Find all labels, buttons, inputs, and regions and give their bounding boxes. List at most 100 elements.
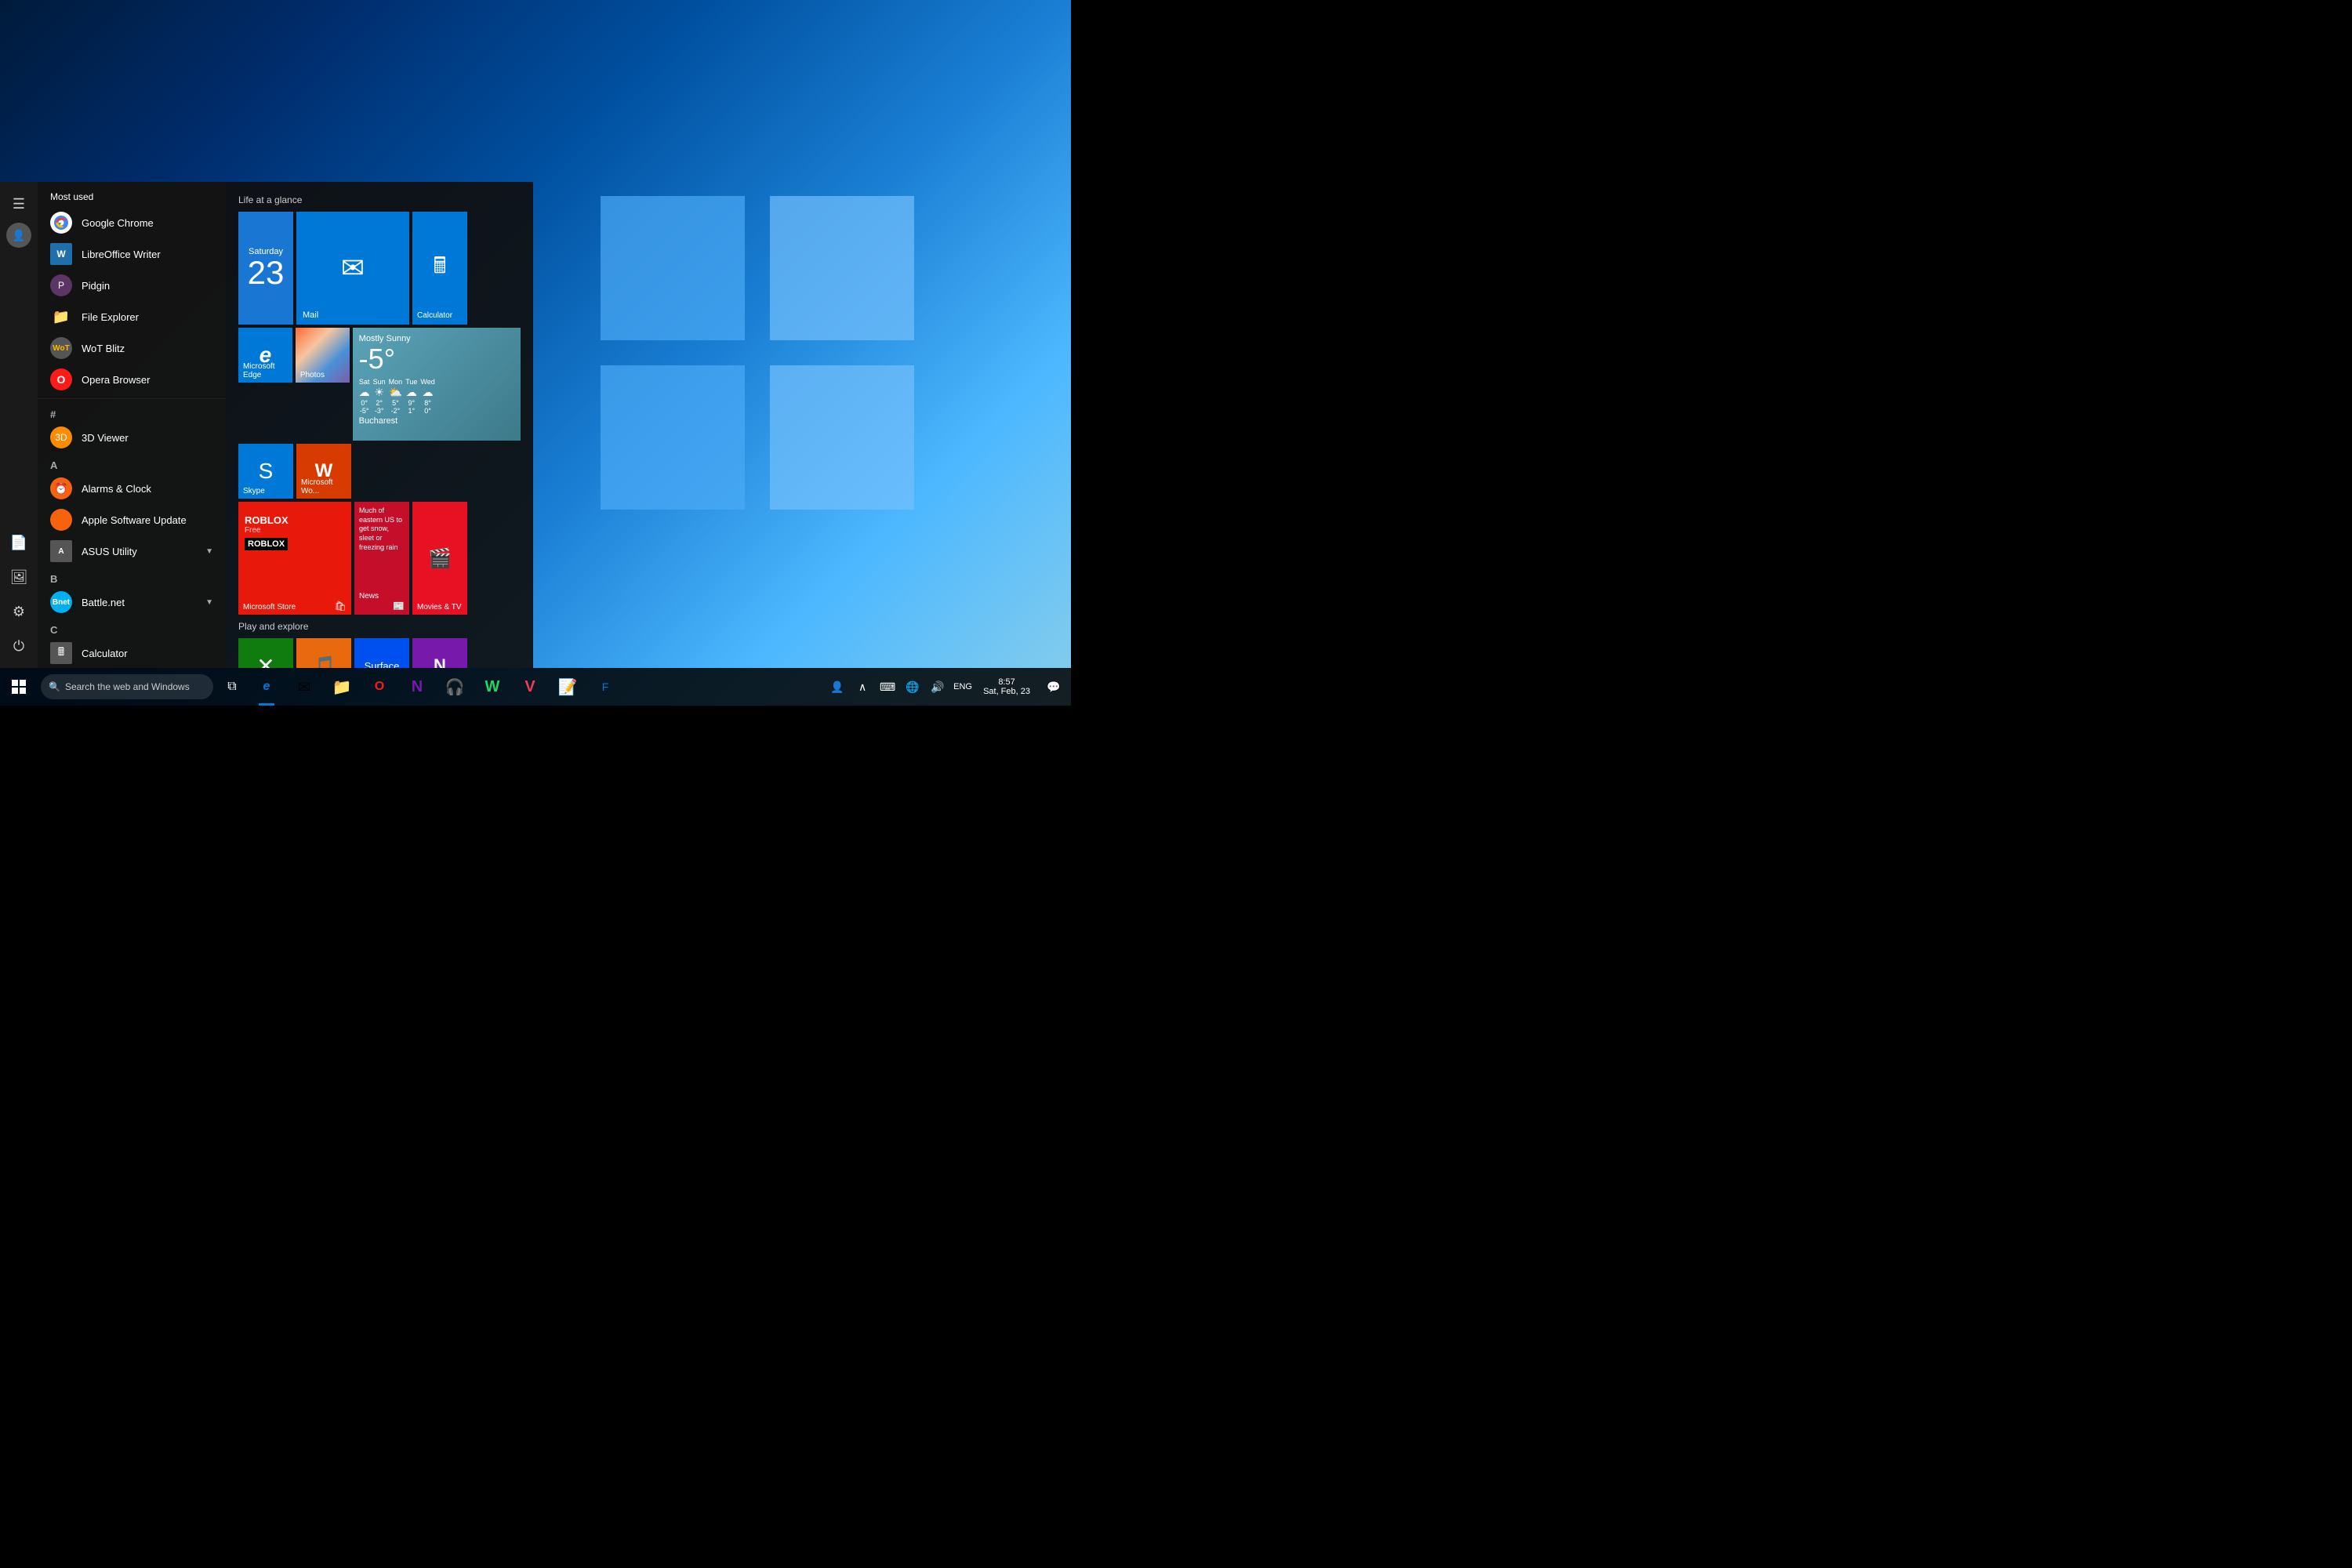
clock-time: 8:57 (998, 677, 1014, 687)
tray-language-icon[interactable]: ENG (952, 668, 974, 706)
taskbar-app-opera[interactable]: O (361, 668, 398, 706)
app-label: Battle.net (82, 597, 125, 608)
section-b: B (38, 567, 226, 586)
taskbar-app-edge[interactable]: e (248, 668, 285, 706)
taskbar-app-mail[interactable]: ✉ (285, 668, 323, 706)
xbox-icon: ✕ (256, 653, 274, 669)
tile-photos-label: Photos (300, 371, 325, 379)
tile-skype[interactable]: S Skype (238, 444, 293, 499)
taskbar-app-pocket[interactable]: V (511, 668, 549, 706)
tile-news[interactable]: Much of eastern US to get snow, sleet or… (354, 502, 409, 615)
mail-icon: ✉ (341, 252, 365, 285)
tile-news-label: News (359, 592, 379, 601)
app-item-apple-update[interactable]: Apple Software Update (38, 504, 226, 535)
onenote-icon: N (434, 655, 446, 668)
tile-roblox[interactable]: ROBLOX Free ROBLOX Microsoft Store 🛍 (238, 502, 351, 615)
weather-city: Bucharest (359, 416, 514, 426)
taskbar-app-whatsapp[interactable]: W (474, 668, 511, 706)
tile-edge-label: Microsoft Edge (243, 362, 292, 379)
app-item-opera[interactable]: O Opera Browser (38, 364, 226, 395)
expand-arrow-icon: ▼ (205, 598, 213, 607)
tile-calendar[interactable]: Saturday 23 (238, 212, 293, 325)
section-a: A (38, 453, 226, 473)
forecast-day-mon: Mon (389, 378, 403, 386)
tiles-row-5: ✕ Xbox 🎵 Groove Music Surface N OneNote (238, 638, 521, 668)
app-label: LibreOffice Writer (82, 249, 161, 260)
skype-icon: S (259, 459, 274, 484)
most-used-header: Most used (38, 182, 226, 207)
roblox-logo: ROBLOX (245, 538, 288, 550)
app-item-battlenet[interactable]: Bnet Battle.net ▼ (38, 586, 226, 618)
hamburger-menu-icon[interactable]: ☰ (3, 188, 34, 220)
tiles-row-2: e Microsoft Edge Photos Mostly Sunny -5° (238, 328, 521, 441)
calc-icon: 🖩 (434, 249, 447, 287)
movies-icon: 🎬 (428, 547, 452, 570)
start-menu: ☰ 👤 📄 🖼 ⚙ ⏻ Most used Google Chrome W (0, 182, 533, 668)
app-label: File Explorer (82, 311, 139, 323)
clock-date: Sat, Feb, 23 (983, 687, 1030, 696)
tray-keyboard-icon[interactable]: ⌨ (877, 668, 898, 706)
play-explore-header: Play and explore (238, 621, 521, 632)
tiles-row-4: ROBLOX Free ROBLOX Microsoft Store 🛍 Muc… (238, 502, 521, 615)
forecast-day-sun: Sun (373, 378, 386, 386)
msstore-icon: 🛍 (335, 601, 347, 612)
tile-movies[interactable]: 🎬 Movies & TV (412, 502, 467, 615)
roblox-subtitle: Free (245, 526, 345, 535)
tile-edge[interactable]: e Microsoft Edge (238, 328, 292, 383)
tile-calc-label: Calculator (417, 311, 452, 320)
forecast-day-wed: Wed (420, 378, 434, 386)
app-item-pidgin[interactable]: P Pidgin (38, 270, 226, 301)
app-item-chrome[interactable]: Google Chrome (38, 207, 226, 238)
msstore-label: Microsoft Store (243, 603, 296, 612)
tile-onenote[interactable]: N OneNote (412, 638, 467, 668)
weather-temp: -5° (359, 343, 514, 375)
search-bar[interactable]: 🔍 Search the web and Windows (41, 674, 213, 699)
taskbar-app-stickynotes[interactable]: 📝 (549, 668, 586, 706)
photos-sidebar-icon[interactable]: 🖼 (3, 561, 34, 593)
taskbar-app-filemanager[interactable]: F (586, 668, 624, 706)
taskbar-app-explorer[interactable]: 📁 (323, 668, 361, 706)
task-view-button[interactable]: ⧉ (216, 668, 248, 706)
app-label: Apple Software Update (82, 514, 187, 526)
app-item-fileexplorer[interactable]: 📁 File Explorer (38, 301, 226, 332)
app-item-calculator[interactable]: 🖩 Calculator (38, 637, 226, 668)
tile-photos[interactable]: Photos (296, 328, 350, 383)
settings-icon[interactable]: ⚙ (3, 596, 34, 627)
app-item-3dviewer[interactable]: 3D 3D Viewer (38, 422, 226, 453)
forecast-day-sat: Sat (359, 378, 370, 386)
search-placeholder: Search the web and Windows (65, 681, 190, 692)
app-label: Pidgin (82, 280, 110, 292)
tile-surface[interactable]: Surface (354, 638, 409, 668)
clock-area[interactable]: 8:57 Sat, Feb, 23 (977, 668, 1036, 706)
taskbar-app-headphones[interactable]: 🎧 (436, 668, 474, 706)
start-button[interactable] (0, 668, 38, 706)
tray-person-icon[interactable]: 👤 (826, 668, 848, 706)
tile-skype-label: Skype (243, 487, 265, 495)
weather-forecast: Sat ☁ 0° -5° Sun ☀ 2° -3° (359, 378, 514, 415)
search-icon: 🔍 (49, 681, 60, 692)
tile-word-label: Microsoft Wo... (301, 478, 351, 495)
section-c: C (38, 618, 226, 637)
document-icon[interactable]: 📄 (3, 527, 34, 558)
app-item-alarms[interactable]: ⏰ Alarms & Clock (38, 473, 226, 504)
app-item-wot[interactable]: WoT WoT Blitz (38, 332, 226, 364)
app-label: Alarms & Clock (82, 483, 151, 495)
user-avatar[interactable]: 👤 (6, 223, 31, 248)
power-icon[interactable]: ⏻ (3, 630, 34, 662)
tile-msword[interactable]: W Microsoft Wo... (296, 444, 351, 499)
tile-groove[interactable]: 🎵 Groove Music (296, 638, 351, 668)
tray-volume-icon[interactable]: 🔊 (927, 668, 949, 706)
tile-calculator[interactable]: 🖩 Calculator (412, 212, 467, 325)
app-label: Google Chrome (82, 217, 154, 229)
groove-icon: 🎵 (312, 655, 336, 669)
taskbar-app-onenote[interactable]: N (398, 668, 436, 706)
tray-network-icon[interactable]: 🌐 (902, 668, 924, 706)
app-item-asus[interactable]: A ASUS Utility ▼ (38, 535, 226, 567)
expand-arrow-icon: ▼ (205, 547, 213, 556)
app-item-libreoffice[interactable]: W LibreOffice Writer (38, 238, 226, 270)
tray-chevron-icon[interactable]: ∧ (851, 668, 873, 706)
tile-weather[interactable]: Mostly Sunny -5° Sat ☁ 0° -5° Sun (353, 328, 521, 441)
notification-button[interactable]: 💬 (1040, 668, 1068, 706)
tile-mail[interactable]: ✉ Mail (296, 212, 409, 325)
tile-xbox[interactable]: ✕ Xbox (238, 638, 293, 668)
